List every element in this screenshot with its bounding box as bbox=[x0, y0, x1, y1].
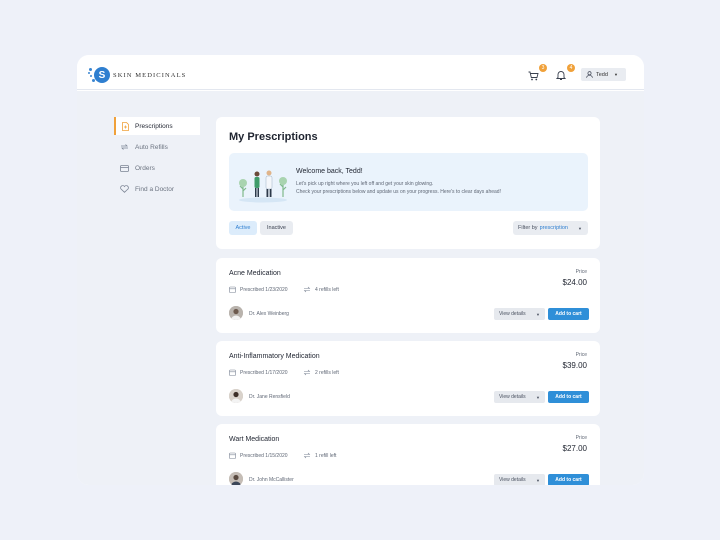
avatar bbox=[229, 306, 243, 320]
view-details-button[interactable]: View details ▼ bbox=[494, 391, 545, 403]
calendar-icon bbox=[229, 452, 236, 459]
refresh-icon bbox=[121, 144, 128, 150]
prescribed-date: Prescribed 1/17/2020 bbox=[229, 369, 288, 376]
brand-logo[interactable]: S SKIN MEDICINALS bbox=[88, 66, 187, 84]
main-content: Prescriptions Auto Refills Orders Find a… bbox=[77, 91, 644, 485]
medication-name: Anti-Inflammatory Medication bbox=[229, 353, 320, 360]
welcome-title: Welcome back, Tedd! bbox=[296, 168, 363, 175]
chevron-down-icon: ▼ bbox=[613, 72, 618, 77]
price: $39.00 bbox=[562, 361, 587, 370]
doctor-name: Dr. Alex Weinberg bbox=[249, 311, 289, 317]
prescription-card: Wart Medication Prescribed 1/15/2020 1 r… bbox=[216, 424, 600, 485]
refills-left: 2 refills left bbox=[303, 369, 339, 376]
cart-icon bbox=[528, 71, 539, 81]
sidebar-item-label: Find a Doctor bbox=[135, 185, 175, 193]
refresh-icon bbox=[303, 452, 311, 459]
welcome-text-line-1: Let's pick up right where you left off a… bbox=[296, 181, 434, 187]
user-name: Tedd bbox=[596, 71, 608, 78]
welcome-banner: Welcome back, Tedd! Let's pick up right … bbox=[229, 153, 588, 211]
add-to-cart-button[interactable]: Add to cart bbox=[548, 308, 589, 320]
logo-mark-icon: S bbox=[88, 66, 110, 84]
welcome-text-line-2: Check your prescriptions below and updat… bbox=[296, 189, 501, 195]
doctors-illustration-icon bbox=[239, 170, 287, 203]
price-label: Price bbox=[575, 269, 587, 275]
chevron-down-icon: ▼ bbox=[536, 477, 540, 483]
chevron-down-icon: ▼ bbox=[578, 225, 582, 231]
page-title: My Prescriptions bbox=[229, 131, 318, 143]
card-icon bbox=[120, 164, 129, 172]
refresh-icon bbox=[303, 286, 311, 293]
prescription-card: Acne Medication Prescribed 1/23/2020 4 r… bbox=[216, 258, 600, 333]
prescriptions-overview-card: My Prescriptions Welcome back, Tedd! Let… bbox=[216, 117, 600, 249]
view-details-button[interactable]: View details ▼ bbox=[494, 474, 545, 485]
chevron-down-icon: ▼ bbox=[536, 311, 540, 317]
add-to-cart-button[interactable]: Add to cart bbox=[548, 474, 589, 485]
medication-name: Wart Medication bbox=[229, 436, 280, 443]
price: $27.00 bbox=[562, 444, 587, 453]
price-label: Price bbox=[575, 435, 587, 441]
sidebar-item-label: Auto Refills bbox=[135, 143, 168, 151]
heart-icon bbox=[120, 185, 129, 193]
avatar bbox=[229, 389, 243, 403]
doctor-name: Dr. Jane Rensfield bbox=[249, 394, 290, 400]
notification-count-badge: 4 bbox=[567, 64, 575, 72]
avatar bbox=[229, 472, 243, 485]
user-icon bbox=[586, 71, 593, 78]
notifications-button[interactable]: 4 bbox=[555, 64, 575, 82]
tab-active[interactable]: Active bbox=[229, 221, 257, 235]
chevron-down-icon: ▼ bbox=[536, 394, 540, 400]
prescription-icon bbox=[122, 121, 129, 131]
top-header: S SKIN MEDICINALS 3 4 Tedd ▼ bbox=[77, 55, 644, 90]
sidebar-item-label: Orders bbox=[135, 164, 155, 172]
cart-count-badge: 3 bbox=[539, 64, 547, 72]
filter-value: prescription bbox=[539, 225, 568, 231]
prescribed-date: Prescribed 1/15/2020 bbox=[229, 452, 288, 459]
app-window: S SKIN MEDICINALS 3 4 Tedd ▼ Prescriptio… bbox=[77, 55, 644, 485]
calendar-icon bbox=[229, 286, 236, 293]
refresh-icon bbox=[303, 369, 311, 376]
sidebar-item-label: Prescriptions bbox=[135, 122, 173, 130]
view-details-button[interactable]: View details ▼ bbox=[494, 308, 545, 320]
brand-name: SKIN MEDICINALS bbox=[113, 71, 187, 79]
price-label: Price bbox=[575, 352, 587, 358]
tab-inactive[interactable]: Inactive bbox=[260, 221, 293, 235]
price: $24.00 bbox=[562, 278, 587, 287]
bell-icon bbox=[555, 71, 567, 80]
sidebar-item-prescriptions[interactable]: Prescriptions bbox=[114, 117, 200, 135]
refills-left: 1 refill left bbox=[303, 452, 336, 459]
refills-left: 4 refills left bbox=[303, 286, 339, 293]
sidebar-item-find-a-doctor[interactable]: Find a Doctor bbox=[114, 180, 200, 198]
medication-name: Acne Medication bbox=[229, 270, 281, 277]
filter-dropdown[interactable]: Filter by prescription ▼ bbox=[513, 221, 588, 235]
cart-button[interactable]: 3 bbox=[528, 64, 547, 82]
add-to-cart-button[interactable]: Add to cart bbox=[548, 391, 589, 403]
sidebar-item-orders[interactable]: Orders bbox=[114, 159, 200, 177]
user-menu-button[interactable]: Tedd ▼ bbox=[581, 68, 626, 81]
calendar-icon bbox=[229, 369, 236, 376]
doctor-name: Dr. John McCallister bbox=[249, 477, 294, 483]
prescribed-date: Prescribed 1/23/2020 bbox=[229, 286, 288, 293]
filter-label: Filter by bbox=[518, 225, 538, 231]
sidebar-item-auto-refills[interactable]: Auto Refills bbox=[114, 138, 200, 156]
prescription-card: Anti-Inflammatory Medication Prescribed … bbox=[216, 341, 600, 416]
